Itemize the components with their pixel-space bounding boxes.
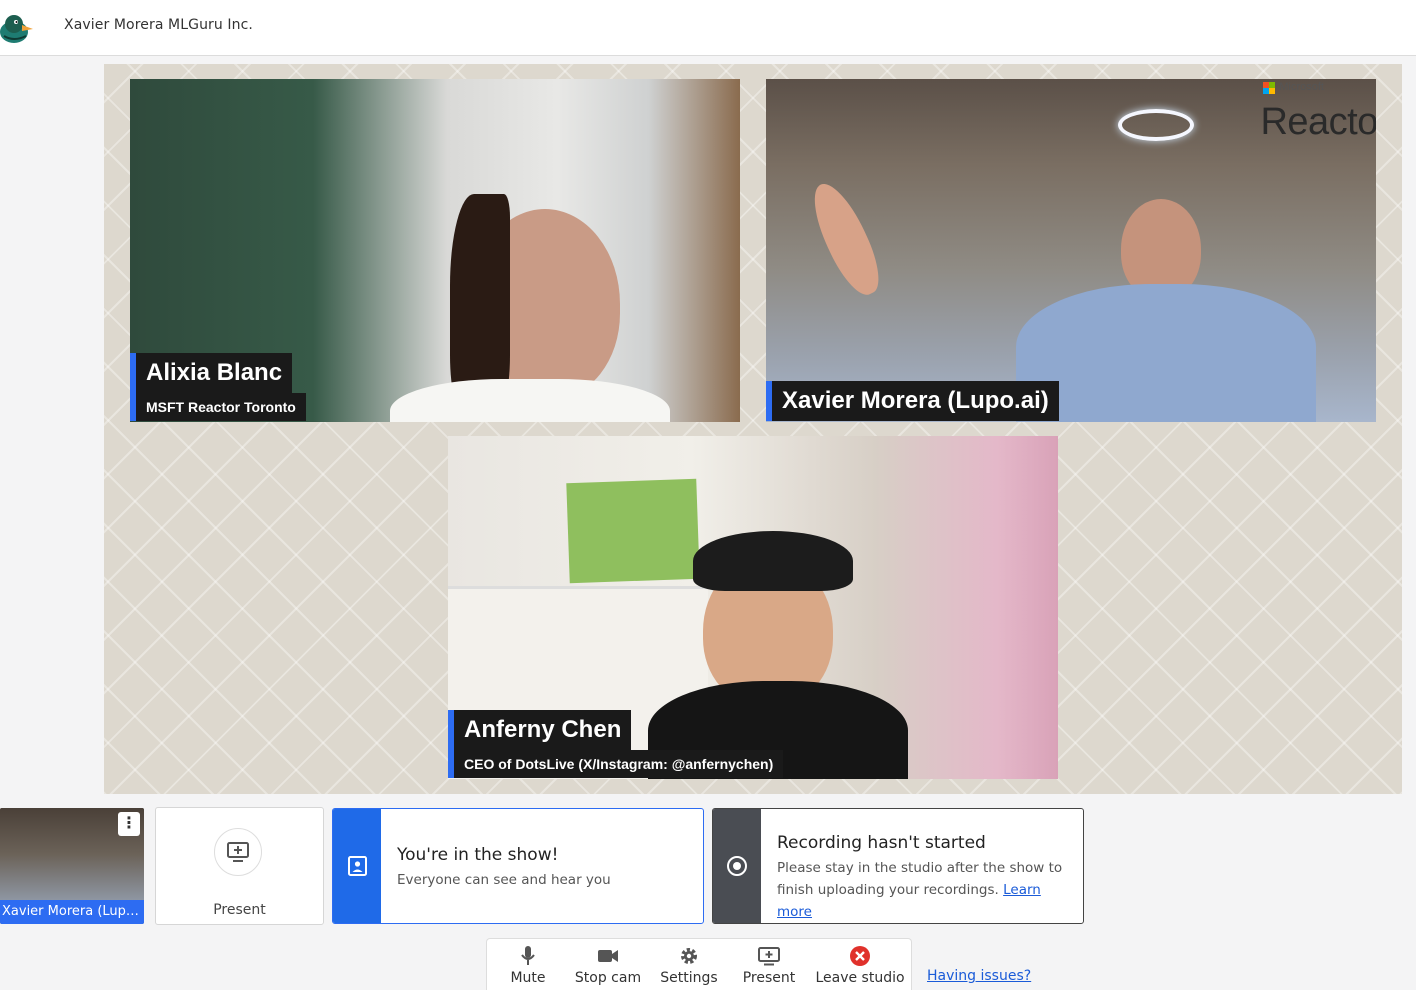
video-tile-alixia[interactable]: Alixia Blanc MSFT Reactor Toronto [130, 79, 740, 422]
brand-name: Xavier Morera MLGuru Inc. [64, 17, 253, 33]
stop-cam-label: Stop cam [574, 970, 642, 986]
halo-light [1118, 109, 1194, 141]
video-tile-xavier[interactable]: Microsoft Reactor Xavier Morera (Lupo.ai… [766, 79, 1376, 422]
recording-card: Recording hasn't started Please stay in … [712, 808, 1084, 924]
microsoft-label: Microsoft [1263, 81, 1324, 94]
participant-name: Anferny Chen [454, 710, 632, 750]
leave-studio-label: Leave studio [815, 970, 905, 986]
camera-icon [598, 950, 618, 962]
in-show-title: You're in the show! [397, 845, 559, 865]
screen-share-icon [758, 947, 780, 966]
duck-logo-icon [0, 8, 38, 48]
participant-shirt [1016, 284, 1316, 422]
self-preview-label: Xavier Morera (Lupo.ai) [0, 900, 144, 924]
in-show-card: You're in the show! Everyone can see and… [332, 808, 704, 924]
stop-cam-button[interactable]: Stop cam [569, 939, 647, 990]
studio-toolbar: Mute Stop cam Settings Present Leave stu… [486, 938, 912, 990]
participant-subtitle: MSFT Reactor Toronto [136, 393, 306, 421]
participant-name: Alixia Blanc [136, 353, 293, 393]
poster [566, 478, 700, 584]
participant-shirt [390, 379, 670, 422]
settings-button[interactable]: Settings [657, 939, 721, 990]
microsoft-logo-icon [1263, 82, 1276, 94]
participant-subtitle: CEO of DotsLive (X/Instagram: @anfernych… [454, 750, 784, 778]
present-card[interactable]: Present [155, 807, 324, 925]
in-show-body: Everyone can see and hear you [397, 872, 611, 888]
present-button[interactable] [214, 828, 262, 876]
lower-third: Alixia Blanc MSFT Reactor Toronto [130, 353, 310, 421]
present-toolbar-label: Present [742, 970, 796, 986]
screen-share-icon [227, 842, 249, 862]
video-tile-anferny[interactable]: Anferny Chen CEO of DotsLive (X/Instagra… [448, 436, 1058, 779]
participant-badge-icon [348, 856, 367, 876]
self-preview-card[interactable]: ⋮ Xavier Morera (Lupo.ai) [0, 808, 144, 924]
recording-body: Please stay in the studio after the show… [777, 860, 1063, 920]
in-show-side [333, 809, 381, 923]
present-toolbar-button[interactable]: Present [735, 939, 803, 990]
top-bar: Xavier Morera MLGuru Inc. [0, 0, 1416, 56]
leave-studio-button[interactable]: Leave studio [815, 939, 905, 990]
reactor-logo: Reactor [1260, 101, 1376, 143]
present-label: Present [213, 902, 266, 918]
leave-icon [850, 946, 870, 966]
microphone-icon [521, 946, 535, 965]
mute-button[interactable]: Mute [497, 939, 559, 990]
participant-name: Xavier Morera (Lupo.ai) [772, 381, 1059, 421]
recording-side [713, 809, 761, 923]
having-issues-link[interactable]: Having issues? [927, 968, 1031, 984]
mute-label: Mute [510, 970, 546, 986]
more-options-icon[interactable]: ⋮ [118, 812, 140, 836]
settings-label: Settings [660, 970, 718, 986]
participant-cap [693, 531, 853, 591]
record-icon [727, 856, 747, 876]
recording-title: Recording hasn't started [777, 833, 986, 853]
gear-icon [681, 948, 697, 964]
